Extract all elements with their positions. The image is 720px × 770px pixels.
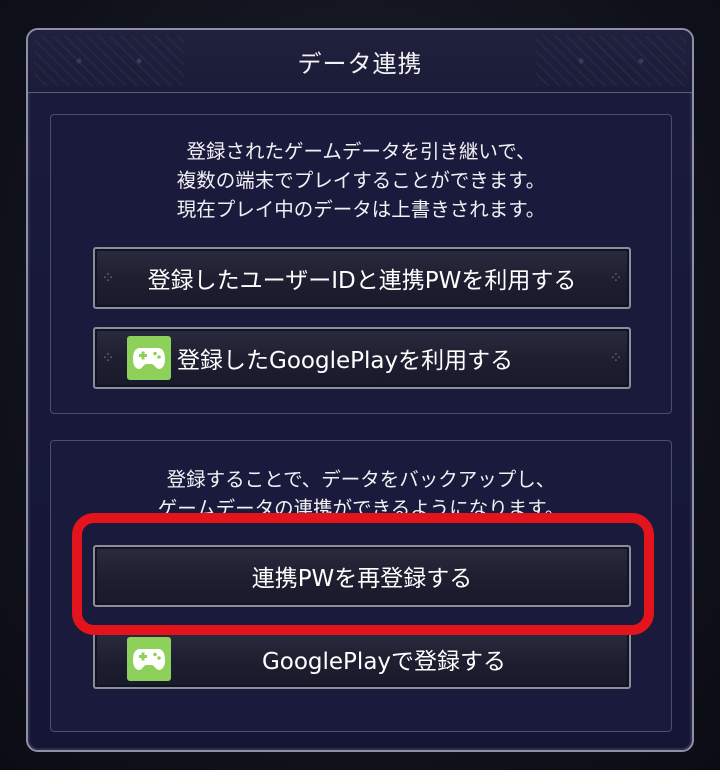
gamepad-icon (127, 336, 171, 380)
transfer-panel: 登録されたゲームデータを引き継いで、 複数の端末でプレイすることができます。 現… (50, 114, 672, 414)
transfer-description: 登録されたゲームデータを引き継いで、 複数の端末でプレイすることができます。 現… (51, 137, 671, 224)
ornament-icon: ⁘ (609, 268, 623, 287)
transfer-description-line: 複数の端末でプレイすることができます。 (176, 169, 546, 192)
use-googleplay-label: 登録したGooglePlayを利用する (177, 348, 514, 374)
dialog-title: データ連携 (297, 50, 423, 78)
transfer-description-line: 現在プレイ中のデータは上書きされます。 (176, 198, 546, 221)
ornament-icon: ⁘ (101, 348, 115, 367)
transfer-description-line: 登録されたゲームデータを引き継いで、 (186, 140, 536, 163)
data-transfer-dialog: データ連携 登録されたゲームデータを引き継いで、 複数の端末でプレイすることがで… (26, 28, 694, 752)
use-googleplay-button[interactable]: ⁘ 登録したGooglePlayを利用する ⁘ (93, 327, 631, 389)
use-id-pw-label: 登録したユーザーIDと連携PWを利用する (147, 268, 577, 294)
gamepad-icon (127, 637, 171, 681)
ornament-icon: ⁘ (609, 348, 623, 367)
ornament-icon: ⁘ (101, 268, 115, 287)
highlight-frame (72, 513, 654, 635)
register-googleplay-button[interactable]: GooglePlayで登録する (93, 629, 631, 689)
use-id-pw-button[interactable]: ⁘ 登録したユーザーIDと連携PWを利用する ⁘ (93, 247, 631, 309)
register-description-line: 登録することで、データをバックアップし、 (166, 468, 556, 491)
register-googleplay-label: GooglePlayで登録する (261, 649, 507, 675)
dialog-header: データ連携 (28, 30, 692, 93)
